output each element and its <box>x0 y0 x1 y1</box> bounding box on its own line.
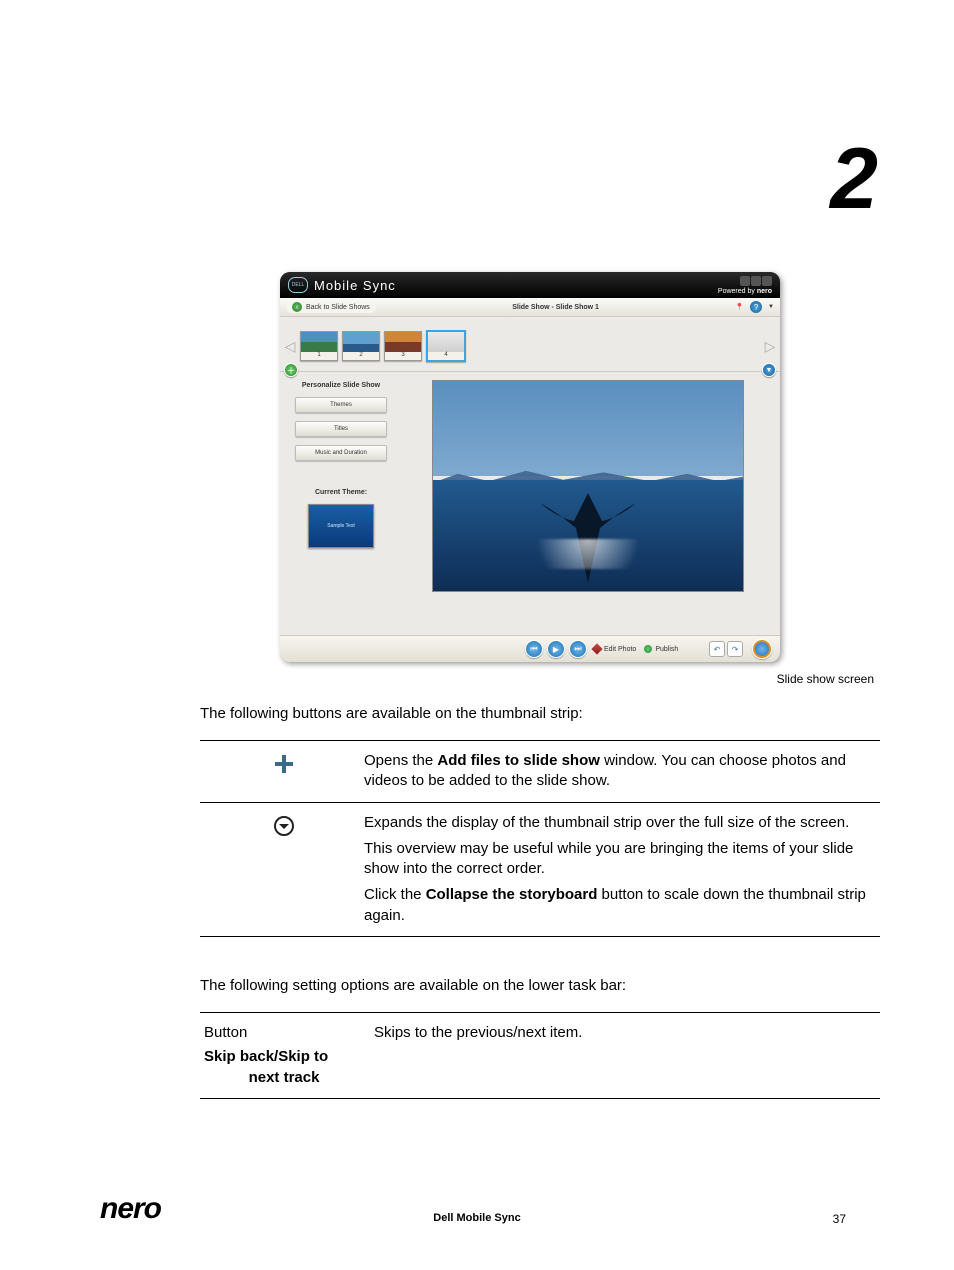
taskbar: ⏮ ▶ ⏭ Edit Photo Publish ↶ ↷ <box>280 635 780 662</box>
intro-paragraph-2: The following setting options are availa… <box>200 977 626 994</box>
text-bold: Add files to slide show <box>437 752 600 769</box>
thumbnail-item[interactable]: 1 <box>300 331 338 361</box>
close-icon[interactable] <box>762 276 772 286</box>
prev-thumb-button[interactable]: ◁ <box>284 326 296 366</box>
titles-button[interactable]: Titles <box>295 421 387 437</box>
plus-icon <box>273 753 295 775</box>
label-bold-line2: next track <box>204 1068 364 1088</box>
powered-by-label: Powered by nero <box>718 288 772 295</box>
breadcrumb-bar: ‹ Back to Slide Shows Slide Show - Slide… <box>280 298 780 317</box>
chapter-number: 2 <box>830 130 874 229</box>
intro-paragraph-1: The following buttons are available on t… <box>200 705 583 722</box>
page-number: 37 <box>833 1212 846 1226</box>
breadcrumb: Slide Show - Slide Show 1 <box>382 304 730 311</box>
publish-label: Publish <box>655 646 678 653</box>
add-desc: Opens the Add files to slide show window… <box>364 751 876 792</box>
add-icon-cell <box>204 751 364 792</box>
pin-icon[interactable]: 📍 <box>735 303 744 311</box>
label-top: Button <box>204 1023 364 1043</box>
expand-icon-cell <box>204 813 364 926</box>
text-seg: Opens the <box>364 752 437 769</box>
edit-icon <box>591 643 602 654</box>
current-theme-label: Current Theme: <box>315 489 367 496</box>
back-arrow-icon: ‹ <box>292 302 302 312</box>
sidebar-title: Personalize Slide Show <box>302 382 380 389</box>
expand-storyboard-icon[interactable]: ▼ <box>762 363 776 377</box>
powered-prefix: Powered by <box>718 288 757 295</box>
expand-desc: Expands the display of the thumbnail str… <box>364 813 876 926</box>
skip-next-button[interactable]: ⏭ <box>569 640 587 658</box>
whale-tail-graphic <box>528 473 648 592</box>
text-p: Expands the display of the thumbnail str… <box>364 813 876 833</box>
play-button[interactable]: ▶ <box>547 640 565 658</box>
screenshot-caption: Slide show screen <box>777 672 874 686</box>
minimize-icon[interactable] <box>740 276 750 286</box>
edit-photo-button[interactable]: Edit Photo <box>593 645 636 653</box>
skip-back-button[interactable]: ⏮ <box>525 640 543 658</box>
row-label: Button Skip back/Skip to next track <box>204 1023 374 1088</box>
rotate-right-button[interactable]: ↷ <box>727 641 743 657</box>
publish-icon <box>644 645 652 653</box>
dell-logo: DELL <box>288 277 308 293</box>
window-controls <box>740 276 772 286</box>
expand-icon <box>273 815 295 837</box>
app-title: Mobile Sync <box>314 278 712 293</box>
thumb-number: 2 <box>343 352 379 360</box>
text-bold: Collapse the storyboard <box>426 886 598 903</box>
text-p: Skips to the previous/next item. <box>374 1023 876 1043</box>
table-row: Opens the Add files to slide show window… <box>200 741 880 802</box>
sidebar: Personalize Slide Show Themes Titles Mus… <box>280 372 402 635</box>
button-table-1: Opens the Add files to slide show window… <box>200 740 880 937</box>
add-files-icon[interactable]: ＋ <box>284 363 298 377</box>
footer-title: Dell Mobile Sync <box>0 1212 954 1224</box>
thumbnail-strip: ◁ 1 2 3 4 ▷ ＋ ▼ <box>280 317 780 372</box>
back-label: Back to Slide Shows <box>306 304 370 311</box>
app-screenshot: DELL Mobile Sync Powered by nero ‹ Back … <box>280 272 780 662</box>
rotate-left-button[interactable]: ↶ <box>709 641 725 657</box>
current-theme-preview[interactable]: Sample Text <box>308 504 374 548</box>
help-icon[interactable]: ? <box>750 301 762 313</box>
preview-image <box>432 380 744 592</box>
next-thumb-button[interactable]: ▷ <box>764 326 776 366</box>
themes-button[interactable]: Themes <box>295 397 387 413</box>
slide-preview <box>402 372 780 635</box>
back-button[interactable]: ‹ Back to Slide Shows <box>286 301 376 313</box>
thumb-number: 3 <box>385 352 421 360</box>
thumb-number: 1 <box>301 352 337 360</box>
thumbnail-item[interactable]: 2 <box>342 331 380 361</box>
table-row: Expands the display of the thumbnail str… <box>200 802 880 936</box>
edit-photo-label: Edit Photo <box>604 646 636 653</box>
text-seg: Click the <box>364 886 426 903</box>
powered-brand: nero <box>757 288 772 295</box>
thumb-number: 4 <box>428 352 464 360</box>
row-desc: Skips to the previous/next item. <box>374 1023 876 1043</box>
text-p: This overview may be useful while you ar… <box>364 839 876 880</box>
maximize-icon[interactable] <box>751 276 761 286</box>
button-table-2: Button Skip back/Skip to next track Skip… <box>200 1012 880 1099</box>
label-bold-line1: Skip back/Skip to <box>204 1047 364 1067</box>
thumbnail-item[interactable]: 3 <box>384 331 422 361</box>
table-row: Button Skip back/Skip to next track Skip… <box>200 1013 880 1098</box>
export-button[interactable] <box>752 639 772 659</box>
thumbnail-item-selected[interactable]: 4 <box>426 330 466 362</box>
dropdown-icon[interactable]: ▼ <box>768 304 774 310</box>
app-titlebar: DELL Mobile Sync Powered by nero <box>280 272 780 298</box>
publish-button[interactable]: Publish <box>644 645 678 653</box>
music-duration-button[interactable]: Music and Duration <box>295 445 387 461</box>
